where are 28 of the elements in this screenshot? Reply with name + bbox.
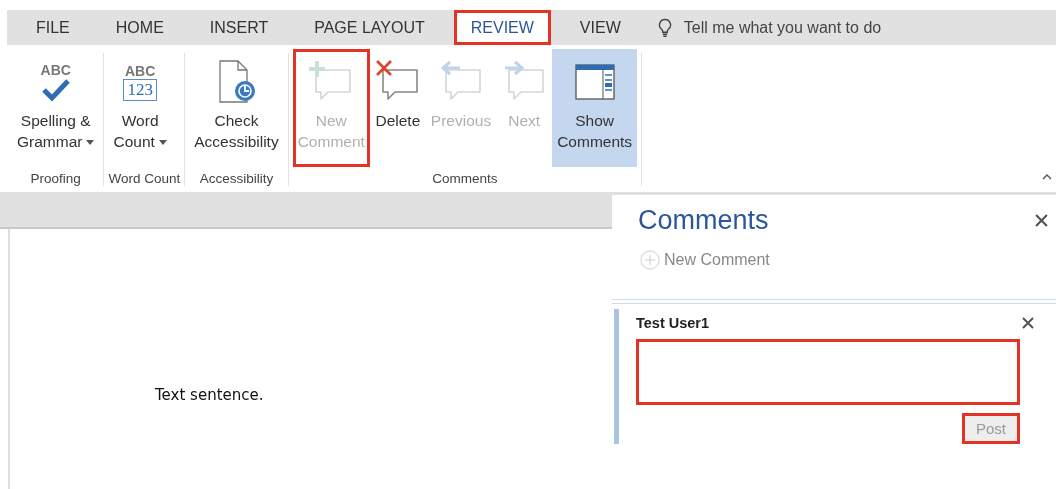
caret-icon	[158, 140, 167, 146]
comment-author: Test User1	[636, 315, 710, 331]
ribbon-tab[interactable]: FILE	[19, 10, 87, 45]
ribbon-button[interactable]: Delete	[369, 49, 426, 167]
group-label: Word Count	[108, 171, 181, 186]
tell-me-field[interactable]: Tell me what you want to do	[657, 17, 926, 38]
ribbon-button[interactable]: Show Comments	[552, 49, 638, 167]
ribbon-button[interactable]: ABC 123 Word Count	[108, 49, 172, 167]
ribbon-button[interactable]: Check Accessibility	[189, 49, 284, 167]
pane-title: Comments	[638, 205, 769, 236]
close-icon[interactable]	[1022, 317, 1034, 329]
document-text: Text sentence.	[155, 386, 264, 404]
collapse-ribbon-icon[interactable]	[1042, 174, 1052, 180]
add-icon	[640, 250, 660, 270]
group-label: Accessibility	[198, 171, 275, 186]
ribbon-tab[interactable]: VIEW	[562, 10, 638, 45]
ribbon-button[interactable]: ABC Spelling & Grammar	[12, 49, 100, 167]
close-icon[interactable]	[1035, 214, 1048, 227]
ribbon-tab[interactable]: HOME	[98, 10, 181, 45]
ribbon-tab[interactable]: REVIEW	[453, 10, 551, 45]
lightbulb-icon	[657, 17, 672, 38]
group-label: Proofing	[29, 171, 82, 186]
comments-pane-icon	[573, 62, 616, 102]
caret-icon	[86, 140, 95, 146]
group-label: Comments	[431, 171, 499, 186]
ribbon-tab[interactable]: PAGE LAYOUT	[297, 10, 442, 45]
ribbon-tab[interactable]: INSERT	[192, 10, 286, 45]
comment-input-field[interactable]	[636, 339, 1020, 405]
